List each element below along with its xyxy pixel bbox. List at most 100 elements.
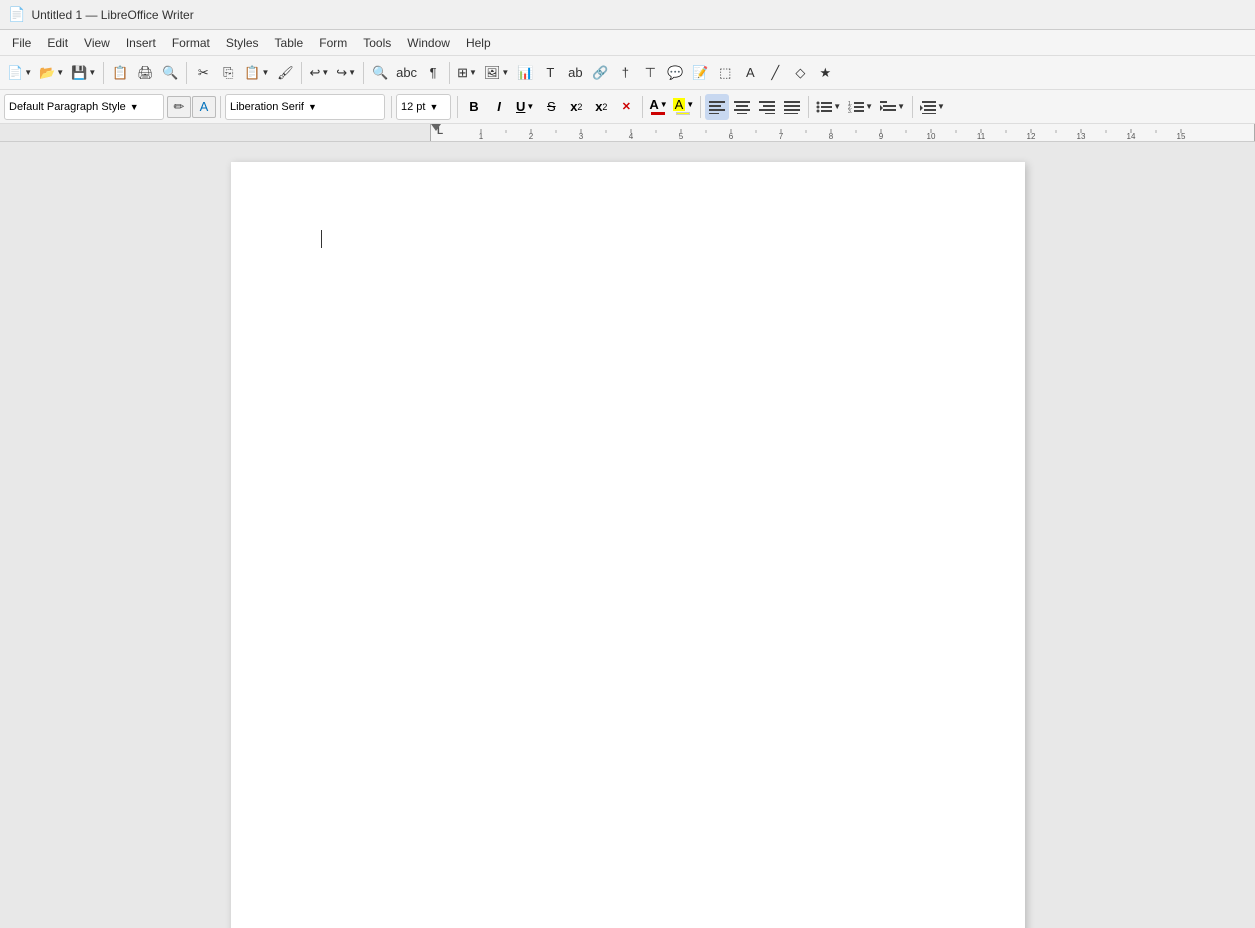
toolbar-separator <box>642 96 643 118</box>
align-justify-button[interactable] <box>780 94 804 120</box>
ordered-list-arrow: ▼ <box>865 102 873 111</box>
toolbar-separator <box>700 96 701 118</box>
ruler-tick: 12 <box>1027 132 1036 141</box>
ruler-tick-line <box>831 129 832 133</box>
ruler-half-tick <box>756 130 757 133</box>
formatting-marks-button[interactable]: ¶ <box>421 60 445 86</box>
para-dropdown-arrow: ▼ <box>130 102 139 112</box>
insert-header-button[interactable]: ⊤ <box>638 60 662 86</box>
paste-button[interactable]: 📋▼ <box>241 60 272 86</box>
toolbar1: 📄▼📂▼💾▼📋🖨🔍✂⎘📋▼🖌↩▼↪▼🔍abc¶⊞▼🖼▼📊Tab🔗†⊤💬📝⬚A╱◇… <box>0 56 1255 90</box>
menu-format[interactable]: Format <box>164 33 218 53</box>
highlight-color-button[interactable]: A▼ <box>671 94 697 120</box>
unordered-list-arrow: ▼ <box>833 102 841 111</box>
open-button[interactable]: 📂▼ <box>36 60 67 86</box>
list-indent-button[interactable]: ▼ <box>877 94 908 120</box>
ruler-tick: 4 <box>629 132 633 141</box>
ruler-tick-line <box>581 129 582 133</box>
menu-file[interactable]: File <box>4 33 39 53</box>
underline-button[interactable]: U▼ <box>512 94 538 120</box>
menu-table[interactable]: Table <box>267 33 312 53</box>
insert-frame-button[interactable]: ⬚ <box>713 60 737 86</box>
ruler-tick: 9 <box>879 132 883 141</box>
print-button[interactable]: 🖨 <box>133 60 157 86</box>
menu-form[interactable]: Form <box>311 33 355 53</box>
ruler-half-tick <box>656 130 657 133</box>
font-name-dropdown[interactable]: Liberation Serif▼ <box>225 94 385 120</box>
menu-insert[interactable]: Insert <box>118 33 164 53</box>
export-pdf-button[interactable]: 📋 <box>108 60 132 86</box>
menu-styles[interactable]: Styles <box>218 33 267 53</box>
insert-comment-button[interactable]: 💬 <box>663 60 687 86</box>
print-preview-button[interactable]: 🔍 <box>158 60 182 86</box>
text-cursor <box>321 230 322 248</box>
toolbar-separator <box>391 96 392 118</box>
ruler-half-tick <box>1156 130 1157 133</box>
ruler-tick: 11 <box>977 132 985 141</box>
align-right-button[interactable] <box>755 94 779 120</box>
ruler-tick: 7 <box>779 132 783 141</box>
copy-button[interactable]: ⎘ <box>216 60 240 86</box>
spellcheck-button[interactable]: abc <box>393 60 420 86</box>
ruler-half-tick <box>1006 130 1007 133</box>
clear-formatting-button[interactable]: ✕ <box>614 94 638 120</box>
menu-window[interactable]: Window <box>399 33 458 53</box>
ruler-tick-line <box>931 129 932 133</box>
toolbar-separator <box>457 96 458 118</box>
insert-table-button[interactable]: ⊞▼ <box>454 60 480 86</box>
new-button[interactable]: 📄▼ <box>4 60 35 86</box>
clone-formatting-button[interactable]: 🖌 <box>273 60 297 86</box>
line-tool-button[interactable]: ╱ <box>763 60 787 86</box>
menubar: FileEditViewInsertFormatStylesTableFormT… <box>0 30 1255 56</box>
document-area[interactable] <box>0 142 1255 928</box>
basic-shapes-button[interactable]: ◇ <box>788 60 812 86</box>
insert-footnote-button[interactable]: † <box>613 60 637 86</box>
insert-fontwork-button[interactable]: A <box>738 60 762 86</box>
menu-edit[interactable]: Edit <box>39 33 76 53</box>
insert-textbox-button[interactable]: T <box>538 60 562 86</box>
insert-field-button[interactable]: ab <box>563 60 587 86</box>
menu-tools[interactable]: Tools <box>355 33 399 53</box>
italic-button[interactable]: I <box>487 94 511 120</box>
ruler-half-tick <box>556 130 557 133</box>
subscript-button[interactable]: x2 <box>589 94 613 120</box>
menu-view[interactable]: View <box>76 33 118 53</box>
save-button[interactable]: 💾▼ <box>68 60 99 86</box>
strikethrough-button[interactable]: S <box>539 94 563 120</box>
unordered-list-button[interactable]: ▼ <box>813 94 844 120</box>
ruler-half-tick <box>1106 130 1107 133</box>
undo-button[interactable]: ↩▼ <box>306 60 332 86</box>
ruler-tick-line <box>981 129 982 133</box>
align-center-button[interactable] <box>730 94 754 120</box>
insert-hyperlink-button[interactable]: 🔗 <box>588 60 612 86</box>
app-icon: 📄 <box>8 6 25 23</box>
toolbar-separator <box>186 62 187 84</box>
titlebar: 📄 Untitled 1 — LibreOffice Writer <box>0 0 1255 30</box>
ruler-left-margin <box>0 124 430 141</box>
align-left-button[interactable] <box>705 94 729 120</box>
ordered-list-button[interactable]: 1.2.3.▼ <box>845 94 876 120</box>
superscript-button[interactable]: x2 <box>564 94 588 120</box>
document-page[interactable] <box>231 162 1025 928</box>
more-shapes-button[interactable]: ★ <box>813 60 837 86</box>
ruler-left-indent[interactable] <box>431 124 441 131</box>
font-dropdown-arrow: ▼ <box>308 102 317 112</box>
font-size-dropdown[interactable]: 12 pt▼ <box>396 94 451 120</box>
bold-button[interactable]: B <box>462 94 486 120</box>
redo-button[interactable]: ↪▼ <box>333 60 359 86</box>
track-changes-button[interactable]: 📝 <box>688 60 712 86</box>
toolbar-separator <box>912 96 913 118</box>
find-button[interactable]: 🔍 <box>368 60 392 86</box>
menu-help[interactable]: Help <box>458 33 499 53</box>
paragraph-style-dropdown[interactable]: Default Paragraph Style▼ <box>4 94 164 120</box>
new-style-button[interactable]: A <box>192 96 216 118</box>
toolbar-separator <box>301 62 302 84</box>
font-color-button[interactable]: A▼ <box>647 94 669 120</box>
cut-button[interactable]: ✂ <box>191 60 215 86</box>
insert-image-button[interactable]: 🖼▼ <box>481 60 512 86</box>
insert-chart-button[interactable]: 📊 <box>513 60 537 86</box>
edit-style-button[interactable]: ✏ <box>167 96 191 118</box>
ruler-tick: 5 <box>679 132 683 141</box>
ruler-tick: 15 <box>1177 132 1186 141</box>
indent-button[interactable]: ▼ <box>917 94 948 120</box>
